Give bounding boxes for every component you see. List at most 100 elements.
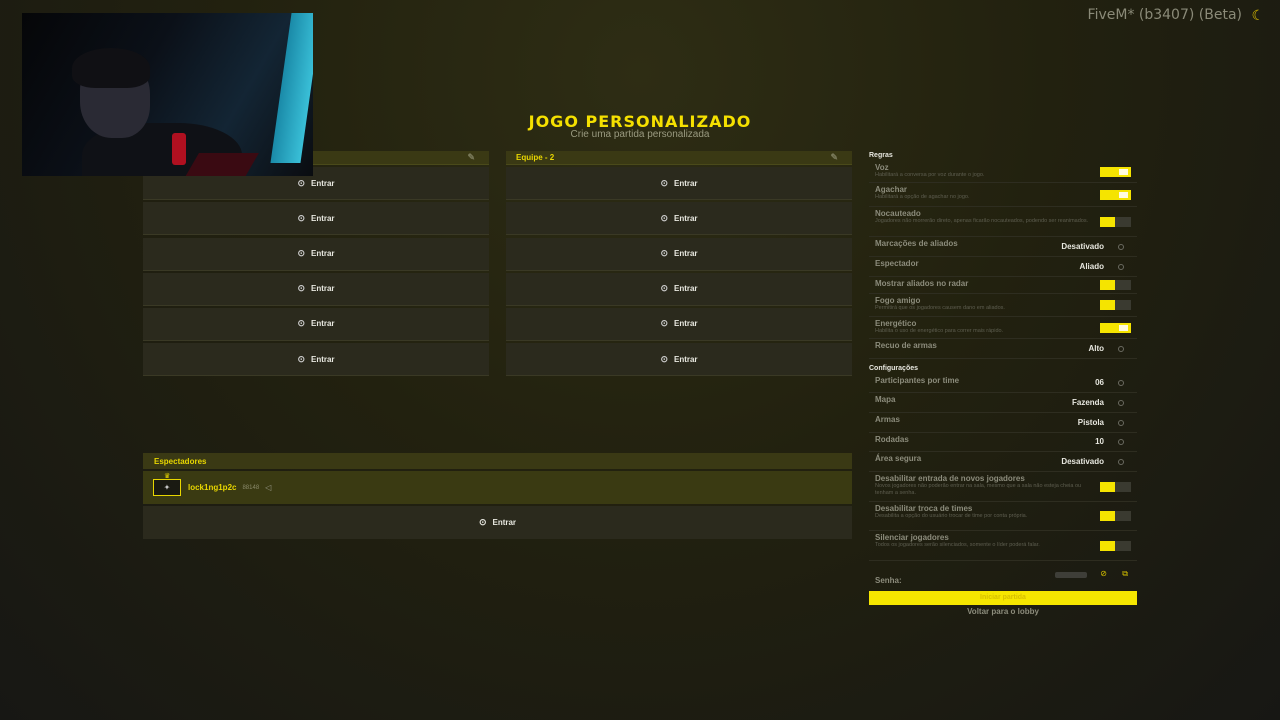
team-2-slot-1[interactable]: ⊙ Entrar <box>506 167 852 201</box>
slot-label: Entrar <box>673 354 698 364</box>
select-indicator-icon[interactable] <box>1118 263 1124 270</box>
rule-label: Nocauteado <box>875 209 921 218</box>
silenciar-toggle[interactable] <box>1100 540 1131 551</box>
webcam-overlay <box>22 13 313 176</box>
setting-area-segura[interactable]: Área segura Desativado <box>869 452 1137 472</box>
rule-label: Fogo amigo <box>875 296 921 305</box>
enter-icon: ⊙ <box>297 318 305 329</box>
fogo-amigo-toggle[interactable] <box>1100 300 1131 310</box>
rule-desc: Habilitará a opção de agachar no jogo. <box>875 194 970 200</box>
app-version-label: FiveM* (b3407) (Beta) <box>1087 7 1242 23</box>
rule-energetico: Energético Habilita o uso de energético … <box>869 317 1137 339</box>
rule-marcacoes[interactable]: Marcações de aliados Desativado <box>869 237 1137 257</box>
agachar-toggle[interactable] <box>1100 189 1131 200</box>
slot-label: Entrar <box>310 284 335 294</box>
setting-label: Participantes por time <box>875 376 960 385</box>
rule-espectador[interactable]: Espectador Aliado <box>869 257 1137 277</box>
enter-icon: ⊙ <box>660 212 668 223</box>
setting-mapa[interactable]: Mapa Fazenda <box>869 393 1137 413</box>
desabilitar-entrada-toggle[interactable] <box>1100 481 1131 492</box>
setting-desc: Todos os jogadores serão silenciados, so… <box>875 542 1040 548</box>
nocauteado-toggle[interactable] <box>1100 216 1131 227</box>
rule-recuo[interactable]: Recuo de armas Alto <box>869 339 1137 359</box>
enter-icon: ⊙ <box>660 318 668 329</box>
team-1-slot-6[interactable]: ⊙ Entrar <box>143 343 489 377</box>
team-1-panel: ✎ ⊙ Entrar ⊙ Entrar ⊙ Entrar ⊙ Entrar ⊙ Entra… <box>143 151 489 377</box>
select-indicator-icon[interactable] <box>1118 345 1124 352</box>
rule-nocauteado: Nocauteado Jogadores não morrerão direto… <box>869 207 1137 237</box>
setting-armas[interactable]: Armas Pistola <box>869 413 1137 433</box>
rule-desc: Habilitará a conversa por voz durante o … <box>875 172 985 178</box>
rules-title: Regras <box>869 152 893 159</box>
team-1-slot-4[interactable]: ⊙ Entrar <box>143 272 489 306</box>
slot-label: Entrar <box>673 284 698 294</box>
select-indicator-icon[interactable] <box>1118 458 1124 465</box>
setting-value: 10 <box>1095 437 1104 446</box>
slot-label: Entrar <box>310 319 335 329</box>
start-match-button[interactable]: Iniciar partida <box>869 591 1137 605</box>
enter-icon: ⊙ <box>660 283 668 294</box>
select-indicator-icon[interactable] <box>1118 380 1124 386</box>
team-1-slot-3[interactable]: ⊙ Entrar <box>143 237 489 271</box>
energetico-toggle[interactable] <box>1100 322 1131 333</box>
slot-label: Entrar <box>673 178 698 188</box>
slot-label: Entrar <box>310 178 335 188</box>
rule-radar: Mostrar aliados no radar <box>869 277 1137 294</box>
slot-label: Entrar <box>673 249 698 259</box>
setting-desabilitar-troca: Desabilitar troca de times Desabilita a … <box>869 502 1137 531</box>
voz-toggle[interactable] <box>1100 166 1131 177</box>
enter-icon: ⊙ <box>297 353 305 364</box>
spectators-header: Espectadores <box>143 453 852 469</box>
setting-participantes[interactable]: Participantes por time 06 <box>869 374 1137 393</box>
enter-icon: ⊙ <box>297 177 305 188</box>
rule-agachar: Agachar Habilitará a opção de agachar no… <box>869 183 1137 207</box>
setting-desabilitar-entrada: Desabilitar entrada de novos jogadores N… <box>869 472 1137 502</box>
rule-label: Agachar <box>875 185 908 194</box>
slot-label: Entrar <box>673 213 698 223</box>
password-label: Senha: <box>875 576 902 585</box>
rule-value: Desativado <box>1061 241 1104 251</box>
setting-label: Silenciar jogadores <box>875 533 949 542</box>
select-indicator-icon[interactable] <box>1118 419 1124 426</box>
copy-icon[interactable]: ⧉ <box>1122 569 1128 579</box>
select-indicator-icon[interactable] <box>1118 243 1124 250</box>
password-field[interactable] <box>1055 572 1087 578</box>
edit-icon[interactable]: ✎ <box>830 152 838 163</box>
team-1-slot-2[interactable]: ⊙ Entrar <box>143 202 489 236</box>
enter-icon: ⊙ <box>297 248 305 259</box>
select-indicator-icon[interactable] <box>1118 399 1124 406</box>
rule-label: Mostrar aliados no radar <box>875 279 969 288</box>
spectators-join-button[interactable]: ⊙ Entrar <box>143 506 852 539</box>
speaker-icon[interactable]: ◁ <box>265 483 271 492</box>
team-2-slot-2[interactable]: ⊙ Entrar <box>506 202 852 236</box>
player-id: 88148 <box>242 484 260 491</box>
team-2-slot-6[interactable]: ⊙ Entrar <box>506 343 852 377</box>
setting-desc: Desabilita a opção do usuário trocar de … <box>875 513 1028 519</box>
avatar: ✦ <box>153 479 181 496</box>
spectator-player-row[interactable]: ♛ ✦ lock1ng1p2c 88148 ◁ <box>143 471 852 504</box>
team-2-slot-4[interactable]: ⊙ Entrar <box>506 272 852 306</box>
radar-toggle[interactable] <box>1100 280 1131 290</box>
rule-desc: Jogadores não morrerão direto, apenas fi… <box>875 218 1089 224</box>
setting-value: Fazenda <box>1071 397 1104 407</box>
team-2-header: Equipe - 2 ✎ <box>506 151 852 165</box>
rule-desc: Permitirá que os jogadores causem dano e… <box>875 305 1005 311</box>
slot-label: Entrar <box>310 354 335 364</box>
team-2-slot-5[interactable]: ⊙ Entrar <box>506 307 852 341</box>
team-1-slot-5[interactable]: ⊙ Entrar <box>143 307 489 341</box>
enter-icon: ⊙ <box>297 212 305 223</box>
enter-icon: ⊙ <box>660 353 668 364</box>
team-2-slot-3[interactable]: ⊙ Entrar <box>506 237 852 271</box>
back-to-lobby-link[interactable]: Voltar para o lobby <box>869 607 1137 616</box>
select-indicator-icon[interactable] <box>1118 439 1124 445</box>
setting-rodadas[interactable]: Rodadas 10 <box>869 433 1137 452</box>
desabilitar-troca-toggle[interactable] <box>1100 511 1131 521</box>
spectators-panel: Espectadores ♛ ✦ lock1ng1p2c 88148 ◁ ⊙ En… <box>143 453 852 539</box>
team-2-name: Equipe - 2 <box>516 153 555 162</box>
edit-icon[interactable]: ✎ <box>467 152 475 163</box>
crown-icon: ♛ <box>164 473 171 480</box>
banana-icon: ☾ <box>1251 7 1264 23</box>
setting-value: Pistola <box>1077 417 1104 427</box>
settings-title: Configurações <box>869 365 919 372</box>
eye-off-icon[interactable]: ⊘ <box>1100 569 1107 578</box>
